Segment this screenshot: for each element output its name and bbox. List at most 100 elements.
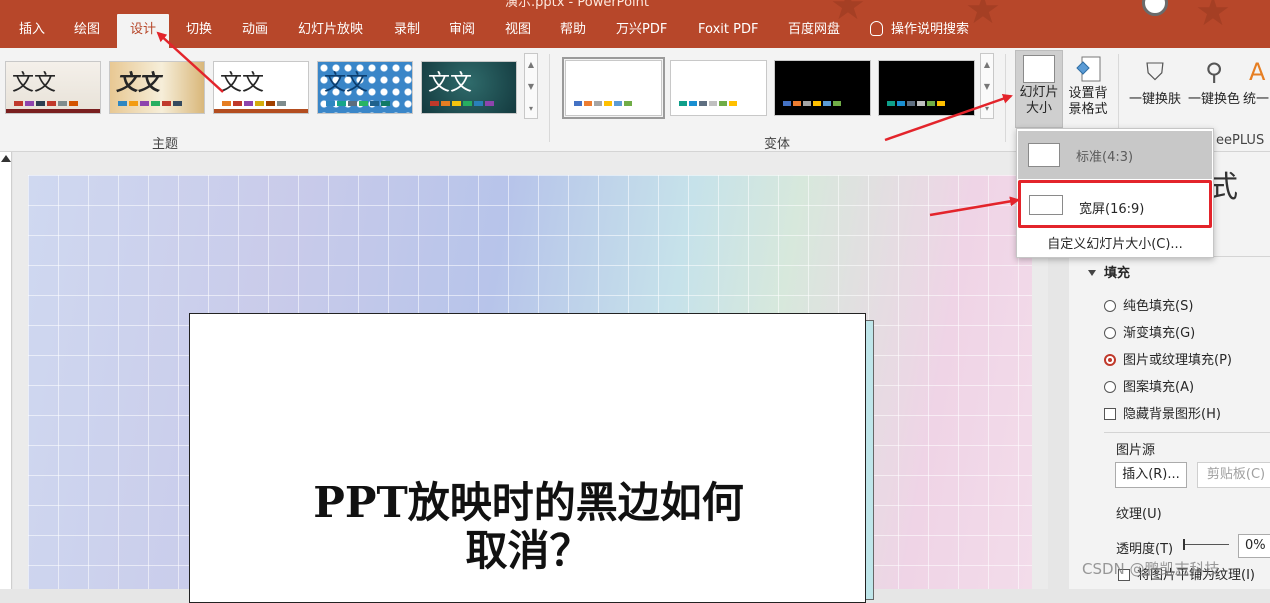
texture-label[interactable]: 纹理(U)	[1116, 503, 1162, 522]
standard-ratio-icon	[1028, 143, 1060, 167]
slide-size-button[interactable]: 幻灯片 大小	[1015, 50, 1063, 128]
hide-background-graphics-option[interactable]: 隐藏背景图形(H)	[1104, 403, 1221, 422]
slide-size-label: 幻灯片 大小	[1019, 85, 1059, 116]
fill-section-header[interactable]: 填充	[1088, 262, 1130, 281]
theme-sample-text: 文文	[116, 70, 161, 96]
onekey-skin-button[interactable]: ⛉ 一键换肤	[1126, 56, 1184, 108]
insert-picture-button[interactable]: 插入(R)...	[1115, 462, 1187, 488]
option-label: 隐藏背景图形(H)	[1123, 407, 1221, 422]
standard-size-option[interactable]: 标准(4:3)	[1018, 131, 1212, 179]
collapse-triangle-icon	[1088, 270, 1096, 276]
tab-draw[interactable]: 绘图	[72, 14, 102, 48]
theme-sample-text: 文文	[428, 71, 473, 96]
theme-thumbnail[interactable]: 文文	[317, 61, 413, 114]
transparency-label: 透明度(T)	[1116, 542, 1174, 557]
variant-thumbnail[interactable]	[774, 60, 871, 116]
transparency-input[interactable]: 0%	[1238, 534, 1270, 558]
group-label-plus: eePLUS	[1216, 133, 1265, 148]
theme-sample-text: 文文	[220, 71, 265, 96]
radio-button[interactable]	[1104, 381, 1116, 393]
theme-sample-text: 文文	[324, 71, 369, 96]
theme-sample-text: 文文	[12, 71, 57, 96]
theme-thumbnail[interactable]: 文文	[421, 61, 517, 114]
tab-help[interactable]: 帮助	[558, 14, 588, 48]
watermark: CSDN @鹏凯志科技	[1082, 560, 1220, 578]
variant-thumbnail[interactable]	[670, 60, 767, 116]
unify-button[interactable]: A 统一	[1243, 56, 1270, 108]
onekey-color-button[interactable]: ⚲ 一键换色	[1186, 56, 1242, 108]
slide-size-icon	[1023, 55, 1055, 83]
option-label: 纯色填充(S)	[1123, 299, 1194, 314]
option-label: 标准(4:3)	[1076, 150, 1134, 165]
ribbon-tab-bar: ★ ★ ★ 演示.pptx - PowerPoint 插入 绘图 设计 切换 动…	[0, 0, 1270, 48]
tab-design[interactable]: 设计	[117, 14, 170, 48]
gradient-fill-option[interactable]: 渐变填充(G)	[1104, 322, 1195, 341]
radio-button[interactable]	[1104, 327, 1116, 339]
gallery-more-icon[interactable]: ▾	[981, 98, 993, 120]
widescreen-ratio-icon	[1029, 195, 1063, 215]
solid-fill-option[interactable]: 纯色填充(S)	[1104, 295, 1193, 314]
pattern-fill-option[interactable]: 图案填充(A)	[1104, 376, 1194, 395]
format-background-icon	[1073, 54, 1103, 84]
group-label-variants: 变体	[764, 137, 791, 152]
theme-thumbnail[interactable]: 文文	[5, 61, 101, 114]
group-divider	[1005, 54, 1006, 142]
widescreen-size-option[interactable]: 宽屏(16:9)	[1018, 180, 1212, 228]
tab-foxit-pdf[interactable]: Foxit PDF	[696, 14, 760, 48]
tab-transitions[interactable]: 切换	[184, 14, 214, 48]
tab-insert[interactable]: 插入	[17, 14, 47, 48]
group-label-themes: 主题	[152, 137, 179, 152]
shirt-icon: ⛉	[1146, 58, 1164, 86]
variants-gallery-scroll[interactable]: ▲ ▼ ▾	[980, 53, 994, 119]
theme-thumbnail[interactable]: 文文	[213, 61, 309, 114]
option-label: 渐变填充(G)	[1123, 326, 1196, 341]
themes-gallery-scroll[interactable]: ▲ ▼ ▾	[524, 53, 538, 119]
tab-view[interactable]: 视图	[503, 14, 533, 48]
scroll-down-icon[interactable]: ▼	[525, 76, 537, 98]
vertical-ruler	[0, 152, 12, 589]
decorative-star-icon: ★	[965, 0, 1001, 33]
tab-baidu-netdisk[interactable]: 百度网盘	[786, 14, 842, 48]
picture-fill-option[interactable]: 图片或纹理填充(P)	[1104, 349, 1232, 368]
tab-record[interactable]: 录制	[392, 14, 422, 48]
account-avatar[interactable]	[1142, 0, 1168, 16]
option-label: 宽屏(16:9)	[1079, 202, 1145, 217]
color-nodes-icon: ⚲	[1205, 58, 1223, 86]
tab-review[interactable]: 审阅	[447, 14, 477, 48]
theme-thumbnail[interactable]: 文文	[109, 61, 205, 114]
pane-divider	[1104, 432, 1270, 433]
unify-label: 统一	[1243, 92, 1270, 107]
transparency-slider[interactable]	[1183, 539, 1229, 550]
onekey-color-label: 一键换色	[1187, 92, 1240, 107]
radio-button[interactable]	[1104, 300, 1116, 312]
tab-slideshow[interactable]: 幻灯片放映	[296, 14, 365, 48]
variant-thumbnail[interactable]	[878, 60, 975, 116]
group-divider	[549, 54, 550, 142]
format-background-button[interactable]: 设置背 景格式	[1064, 54, 1112, 128]
tab-wondershare-pdf[interactable]: 万兴PDF	[614, 14, 669, 48]
variant-thumbnail[interactable]	[562, 57, 665, 119]
scroll-up-icon[interactable]	[1, 155, 11, 162]
onekey-skin-label: 一键换肤	[1128, 92, 1181, 107]
title-card[interactable]: PPT放映时的黑边如何 取消？	[189, 313, 866, 603]
clipboard-button[interactable]: 剪贴板(C)	[1197, 462, 1270, 488]
gallery-more-icon[interactable]: ▾	[525, 98, 537, 120]
font-a-icon: A	[1249, 58, 1266, 86]
scroll-up-icon[interactable]: ▲	[525, 54, 537, 76]
picture-source-label: 图片源	[1116, 443, 1156, 458]
slide-title[interactable]: PPT放映时的黑边如何 取消？	[190, 479, 867, 575]
lightbulb-icon	[870, 21, 883, 36]
tab-animations[interactable]: 动画	[240, 14, 270, 48]
option-label: 图片或纹理填充(P)	[1123, 353, 1232, 368]
radio-button-selected[interactable]	[1104, 354, 1116, 366]
scroll-down-icon[interactable]: ▼	[981, 76, 993, 98]
tell-me-search[interactable]: 操作说明搜索	[870, 14, 969, 48]
format-background-label: 设置背 景格式	[1068, 86, 1108, 117]
scroll-up-icon[interactable]: ▲	[981, 54, 993, 76]
decorative-star-icon: ★	[1195, 0, 1231, 35]
custom-slide-size-option[interactable]: 自定义幻灯片大小(C)...	[1017, 233, 1213, 252]
tell-me-label: 操作说明搜索	[891, 22, 970, 37]
slide-size-dropdown: 标准(4:3) 宽屏(16:9) 自定义幻灯片大小(C)...	[1016, 128, 1214, 258]
checkbox[interactable]	[1104, 408, 1116, 420]
fill-header-label: 填充	[1104, 266, 1131, 281]
